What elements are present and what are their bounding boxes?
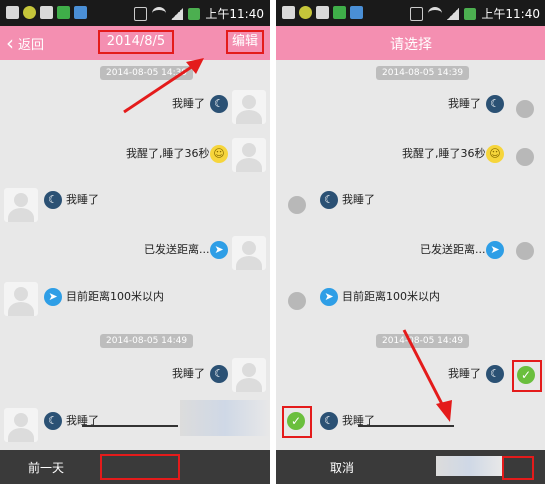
vibrate-icon bbox=[134, 6, 148, 21]
battery-icon bbox=[464, 7, 477, 20]
message-text: 我睡了 bbox=[448, 367, 481, 380]
avatar[interactable] bbox=[4, 282, 38, 316]
notification-icons bbox=[282, 6, 363, 19]
vibrate-icon bbox=[410, 6, 424, 21]
checked-radio[interactable]: ✓ bbox=[517, 366, 535, 384]
moon-icon: ☾ bbox=[44, 412, 62, 430]
message-text: 我醒了,睡了36秒 bbox=[126, 147, 210, 160]
select-radio[interactable] bbox=[516, 148, 534, 166]
checked-radio[interactable]: ✓ bbox=[287, 412, 305, 430]
moon-icon: ☾ bbox=[320, 412, 338, 430]
app-notification-icon bbox=[57, 6, 70, 19]
chat-log[interactable]: 2014-08-05 14:39 我睡了 ☾ 我醒了,睡了36秒 ☺ ☾ 我睡了… bbox=[0, 60, 270, 450]
timestamp: 2014-08-05 14:49 bbox=[376, 334, 470, 348]
avatar[interactable] bbox=[4, 188, 38, 222]
notification-icon bbox=[6, 6, 19, 19]
back-button[interactable]: ‹ 返回 bbox=[6, 32, 44, 54]
message-text: 已发送距离... bbox=[144, 243, 210, 256]
prev-day-button[interactable]: 前一天 bbox=[28, 459, 64, 476]
timestamp: 2014-08-05 14:49 bbox=[100, 334, 194, 348]
message-text: 我睡了 bbox=[342, 193, 375, 206]
select-radio[interactable] bbox=[288, 292, 306, 310]
scribble-mark bbox=[358, 425, 454, 427]
clock: 上午11:40 bbox=[481, 7, 540, 21]
right-screen: 上午11:40 请选择 2014-08-05 14:39 我睡了 ☾ 我醒了,睡… bbox=[276, 0, 545, 484]
status-bar: 上午11:40 bbox=[0, 0, 270, 26]
highlight-box bbox=[100, 454, 180, 480]
bottom-bar: 取消 bbox=[276, 450, 545, 484]
app-header: ‹ 返回 2014/8/5 编辑 bbox=[0, 26, 270, 60]
message-text: 已发送距离... bbox=[420, 243, 486, 256]
clock: 上午11:40 bbox=[205, 7, 264, 21]
moon-icon: ☾ bbox=[320, 191, 338, 209]
selection-list[interactable]: 2014-08-05 14:39 我睡了 ☾ 我醒了,睡了36秒 ☺ ☾ 我睡了… bbox=[276, 60, 545, 450]
timestamp: 2014-08-05 14:39 bbox=[100, 66, 194, 80]
moon-icon: ☾ bbox=[486, 95, 504, 113]
store-icon bbox=[74, 6, 87, 19]
location-icon: ➤ bbox=[44, 288, 62, 306]
avatar[interactable] bbox=[232, 90, 266, 124]
select-radio[interactable] bbox=[288, 196, 306, 214]
moon-icon: ☾ bbox=[210, 95, 228, 113]
mail-icon bbox=[316, 6, 329, 19]
moon-icon: ☾ bbox=[486, 365, 504, 383]
smile-icon: ☺ bbox=[486, 145, 504, 163]
message-text: 我睡了 bbox=[172, 367, 205, 380]
select-radio[interactable] bbox=[516, 242, 534, 260]
message-text: 我睡了 bbox=[66, 193, 99, 206]
smile-icon: ☺ bbox=[210, 145, 228, 163]
blurred-region bbox=[180, 400, 270, 436]
message-text: 我睡了 bbox=[448, 97, 481, 110]
mail-icon bbox=[40, 6, 53, 19]
moon-icon: ☾ bbox=[210, 365, 228, 383]
timestamp: 2014-08-05 14:39 bbox=[376, 66, 470, 80]
page-title: 请选择 bbox=[390, 37, 432, 53]
avatar[interactable] bbox=[4, 408, 38, 442]
bottom-bar: 前一天 bbox=[0, 450, 270, 484]
back-label: 返回 bbox=[18, 37, 45, 53]
message-text: 目前距离100米以内 bbox=[342, 290, 440, 303]
highlight-box bbox=[502, 456, 534, 480]
avatar[interactable] bbox=[232, 236, 266, 270]
avatar[interactable] bbox=[232, 138, 266, 172]
app-notification-icon bbox=[299, 6, 312, 19]
chevron-left-icon: ‹ bbox=[6, 31, 14, 55]
message-text: 我醒了,睡了36秒 bbox=[402, 147, 486, 160]
moon-icon: ☾ bbox=[44, 191, 62, 209]
store-icon bbox=[350, 6, 363, 19]
notification-icon bbox=[282, 6, 295, 19]
notification-icons bbox=[6, 6, 87, 19]
edit-button[interactable]: 编辑 bbox=[225, 30, 264, 54]
location-icon: ➤ bbox=[486, 241, 504, 259]
blurred-action-button[interactable] bbox=[436, 456, 502, 476]
signal-icon bbox=[171, 7, 184, 20]
location-icon: ➤ bbox=[320, 288, 338, 306]
status-bar: 上午11:40 bbox=[276, 0, 545, 26]
message-text: 目前距离100米以内 bbox=[66, 290, 164, 303]
wifi-icon bbox=[428, 7, 443, 20]
cancel-button[interactable]: 取消 bbox=[330, 459, 354, 476]
signal-icon bbox=[447, 7, 460, 20]
location-icon: ➤ bbox=[210, 241, 228, 259]
scribble-mark bbox=[82, 425, 178, 427]
app-header: 请选择 bbox=[276, 26, 545, 60]
left-screen: 上午11:40 ‹ 返回 2014/8/5 编辑 2014-08-05 14:3… bbox=[0, 0, 270, 484]
wifi-icon bbox=[152, 7, 167, 20]
battery-icon bbox=[188, 7, 201, 20]
message-text: 我睡了 bbox=[172, 97, 205, 110]
select-radio[interactable] bbox=[516, 100, 534, 118]
app-notification-icon bbox=[23, 6, 36, 19]
app-notification-icon bbox=[333, 6, 346, 19]
date-title[interactable]: 2014/8/5 bbox=[98, 30, 174, 54]
avatar[interactable] bbox=[232, 358, 266, 392]
